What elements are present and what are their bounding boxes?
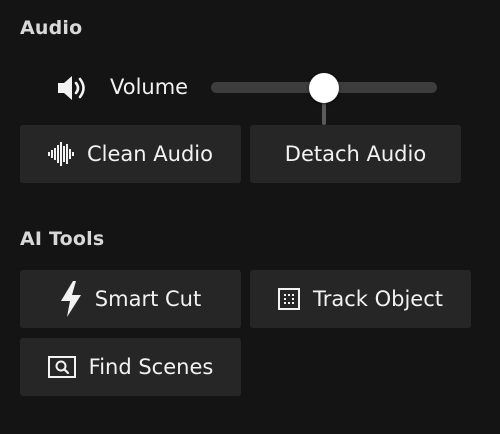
speaker-icon[interactable] xyxy=(56,73,88,103)
detach-audio-button[interactable]: Detach Audio xyxy=(250,125,461,183)
find-scenes-label: Find Scenes xyxy=(88,355,214,379)
clean-audio-button[interactable]: Clean Audio xyxy=(20,125,241,183)
volume-slider-thumb[interactable] xyxy=(309,73,339,103)
track-object-button[interactable]: Track Object xyxy=(250,270,471,328)
smart-cut-label: Smart Cut xyxy=(94,287,202,311)
find-scenes-button[interactable]: Find Scenes xyxy=(20,338,241,396)
volume-slider[interactable] xyxy=(211,70,437,125)
lightning-icon xyxy=(60,281,82,317)
volume-label: Volume xyxy=(110,75,189,99)
track-object-label: Track Object xyxy=(312,287,444,311)
clean-audio-label: Clean Audio xyxy=(87,142,213,166)
waveform-icon xyxy=(48,142,75,166)
volume-control: Volume xyxy=(56,70,456,125)
smart-cut-button[interactable]: Smart Cut xyxy=(20,270,241,328)
search-frame-icon xyxy=(47,356,76,378)
ai-tools-section-title: AI Tools xyxy=(20,228,105,250)
target-frame-icon xyxy=(277,288,300,310)
audio-section-title: Audio xyxy=(20,17,83,39)
detach-audio-label: Detach Audio xyxy=(284,142,427,166)
